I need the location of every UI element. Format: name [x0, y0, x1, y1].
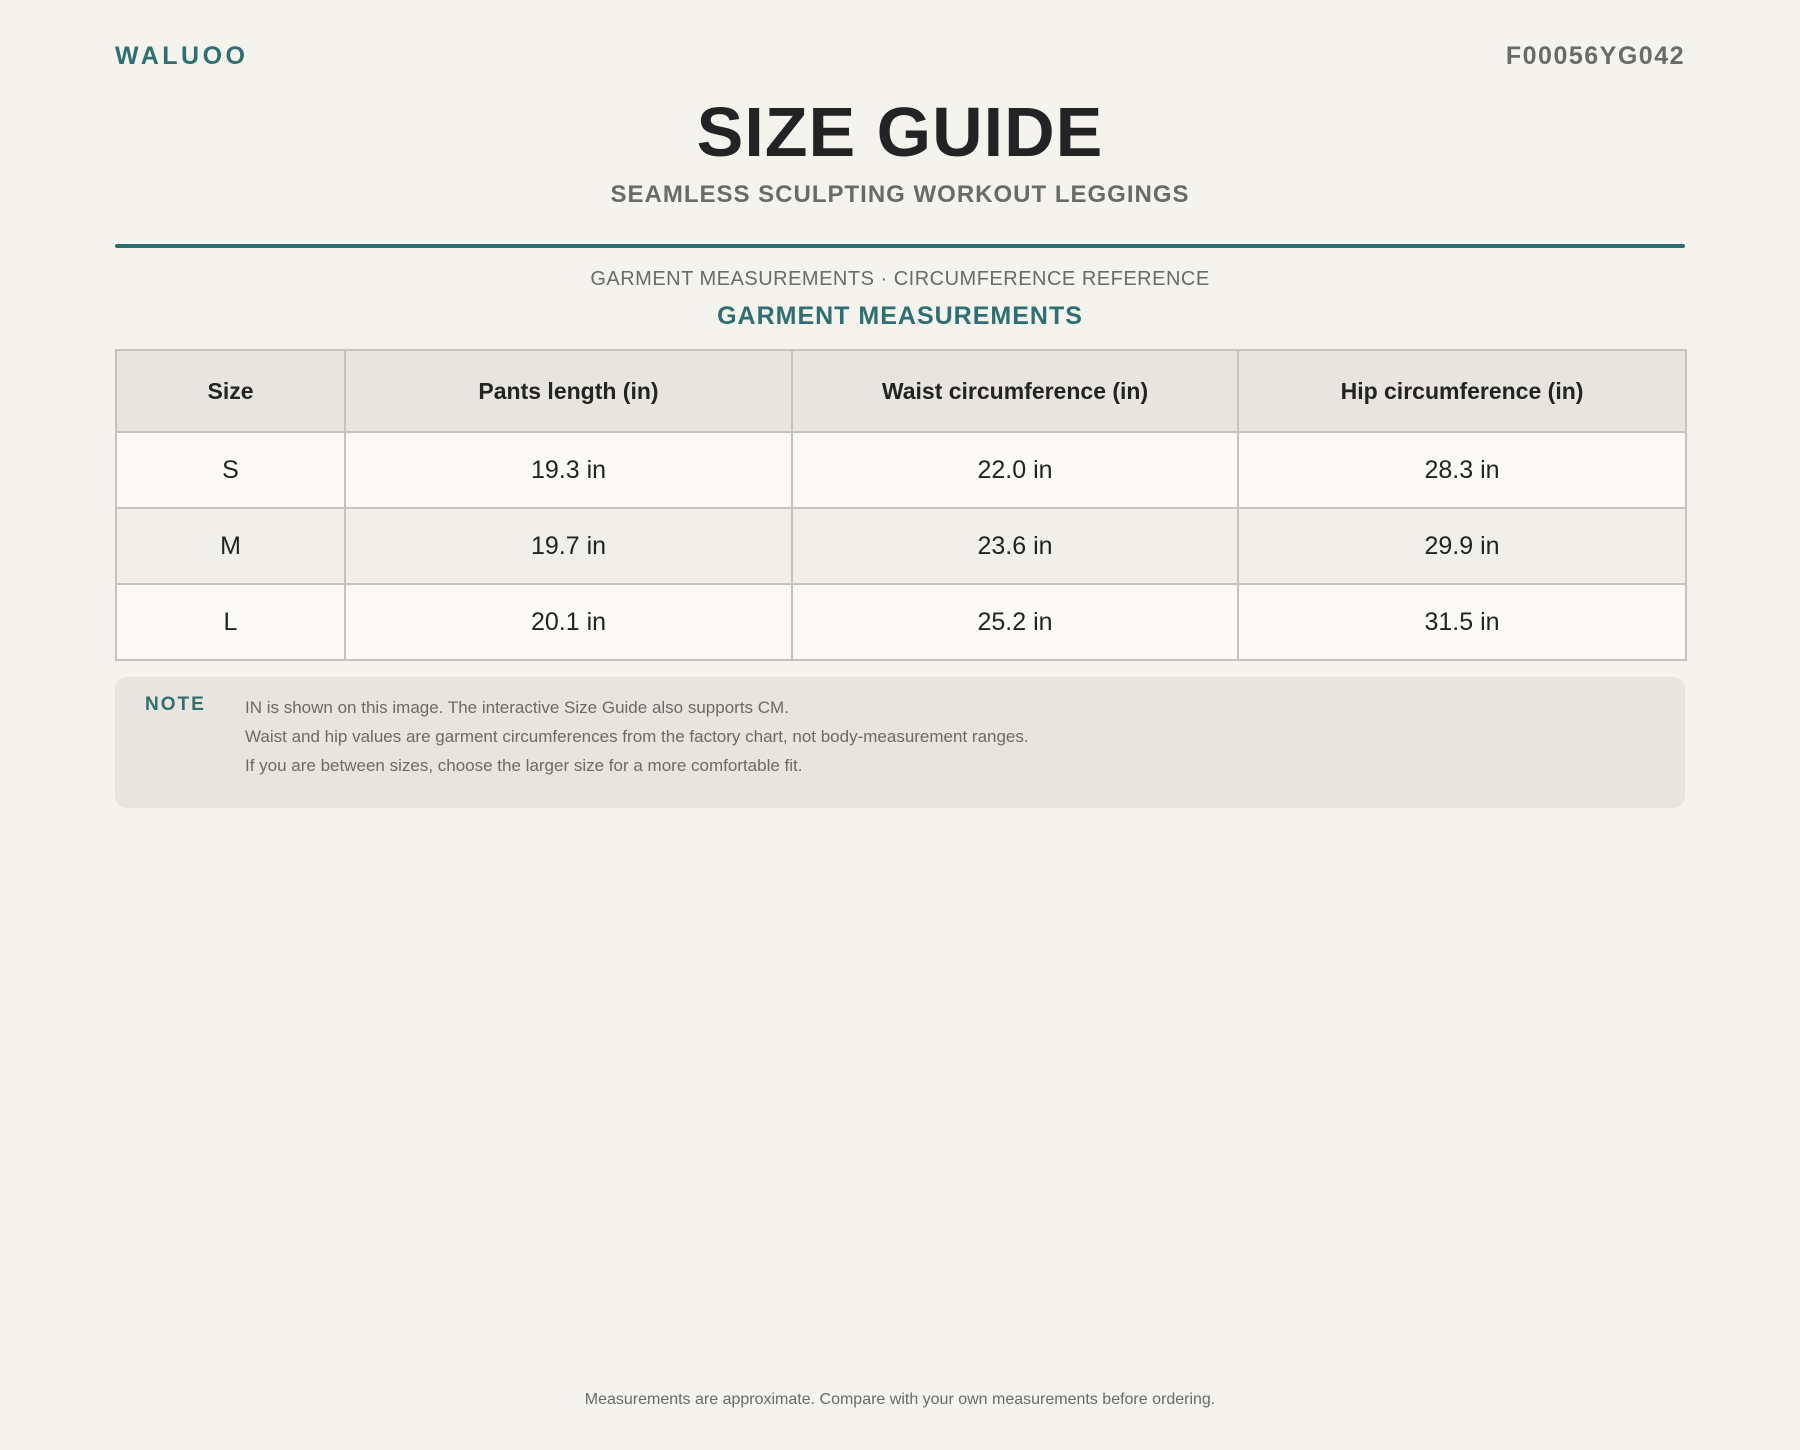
- section-caption: GARMENT MEASUREMENTS · CIRCUMFERENCE REF…: [590, 268, 1210, 290]
- column-header-pants-length: Pants length (in): [344, 349, 793, 433]
- note-box: NOTE IN is shown on this image. The inte…: [115, 677, 1685, 808]
- column-header-size: Size: [115, 349, 346, 433]
- brand-logo: WALUOO: [115, 42, 249, 70]
- note-line: Waist and hip values are garment circumf…: [245, 727, 1029, 746]
- table-header-row: Size Pants length (in) Waist circumferen…: [115, 349, 1687, 433]
- page-title: SIZE GUIDE: [696, 93, 1104, 171]
- product-name: SEAMLESS SCULPTING WORKOUT LEGGINGS: [610, 181, 1190, 208]
- table-row: S 19.3 in 22.0 in 28.3 in: [115, 431, 1687, 509]
- header-divider: [115, 244, 1685, 248]
- note-label: NOTE: [145, 694, 206, 715]
- column-header-hip: Hip circumference (in): [1237, 349, 1687, 433]
- note-line: If you are between sizes, choose the lar…: [245, 756, 803, 775]
- cell-size: L: [115, 583, 346, 661]
- cell-hip: 29.9 in: [1237, 507, 1687, 585]
- product-sku: F00056YG042: [1505, 42, 1685, 70]
- cell-size: M: [115, 507, 346, 585]
- cell-waist: 22.0 in: [791, 431, 1239, 509]
- cell-pants-length: 19.3 in: [344, 431, 793, 509]
- note-text: IN is shown on this image. The interacti…: [245, 693, 1029, 780]
- note-line: IN is shown on this image. The interacti…: [245, 698, 789, 717]
- section-title: GARMENT MEASUREMENTS: [717, 302, 1083, 330]
- table-row: L 20.1 in 25.2 in 31.5 in: [115, 583, 1687, 661]
- cell-waist: 23.6 in: [791, 507, 1239, 585]
- footer-disclaimer: Measurements are approximate. Compare wi…: [584, 1391, 1216, 1408]
- size-guide-page: WALUOO F00056YG042 SIZE GUIDE SEAMLESS S…: [115, 0, 1687, 1450]
- table-row: M 19.7 in 23.6 in 29.9 in: [115, 507, 1687, 585]
- size-table: Size Pants length (in) Waist circumferen…: [115, 349, 1687, 661]
- cell-size: S: [115, 431, 346, 509]
- cell-hip: 31.5 in: [1237, 583, 1687, 661]
- cell-hip: 28.3 in: [1237, 431, 1687, 509]
- column-header-waist: Waist circumference (in): [791, 349, 1239, 433]
- cell-pants-length: 19.7 in: [344, 507, 793, 585]
- top-bar: WALUOO F00056YG042: [115, 42, 1685, 76]
- cell-pants-length: 20.1 in: [344, 583, 793, 661]
- cell-waist: 25.2 in: [791, 583, 1239, 661]
